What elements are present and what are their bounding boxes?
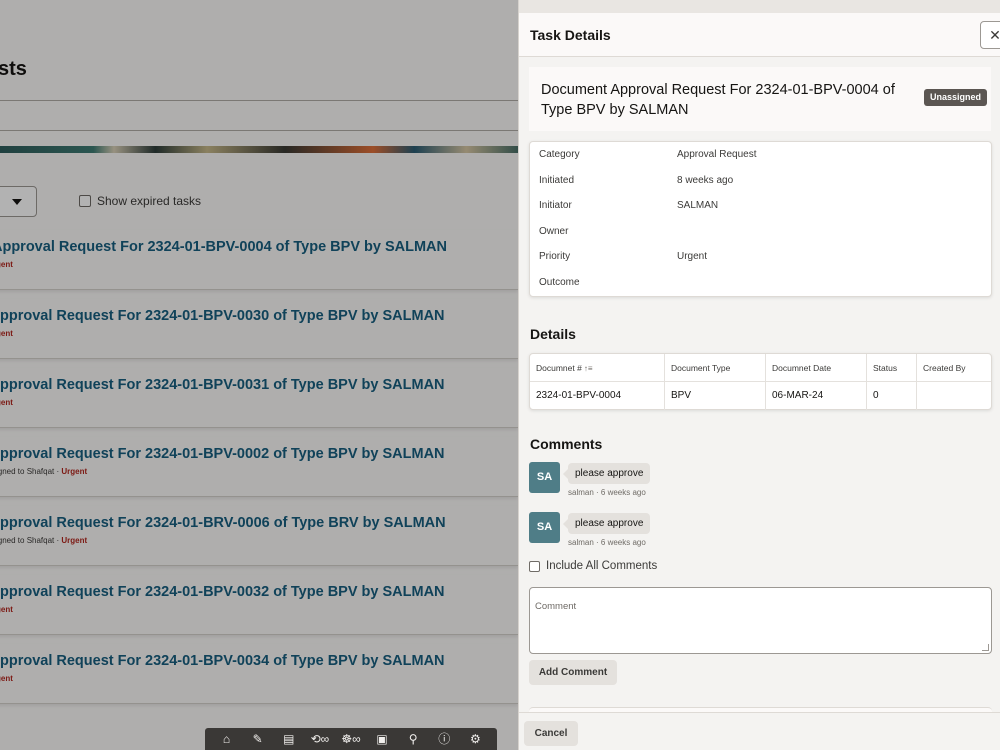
include-all-comments-label: Include All Comments [546,560,658,572]
info-value: 8 weeks ago [677,174,734,186]
document-number-link[interactable]: 2324-01-BPV-0004 [530,382,665,410]
settings-icon[interactable]: ⚙ [463,728,487,750]
table-cell: 06-MAR-24 [766,382,867,410]
info-label: Owner [539,225,569,237]
comment-meta: salman · 6 weeks ago [568,488,646,497]
home-icon[interactable]: ⌂ [215,728,239,750]
info-row: Owner [530,219,991,244]
column-header-created-by[interactable]: Created By [917,354,993,382]
sort-icon[interactable]: ↑≡ [584,364,593,373]
column-header-status[interactable]: Status [867,354,917,382]
info-label: Priority [539,251,571,262]
avatar: SA [529,462,560,493]
drawer-title: Task Details [530,27,611,43]
info-row: Outcome [530,270,991,295]
screenshot-icon[interactable]: ▣ [370,728,394,750]
bottom-toolbar: ⌂ ✎ ▤ ⟲∞ ☸∞ ▣ ⚲ ⓘ ⚙ [205,728,497,750]
column-header-document-date[interactable]: Documnet Date [766,354,867,382]
info-label: Outcome [539,276,580,288]
include-all-comments-toggle[interactable]: Include All Comments [529,560,657,572]
modal-backdrop[interactable] [0,0,518,750]
info-row: Category Approval Request [530,142,991,167]
bug-icon[interactable]: ☸∞ [339,728,363,750]
edit-icon[interactable]: ✎ [246,728,270,750]
comments-heading: Comments [530,436,603,452]
history-icon[interactable]: ⟲∞ [308,728,332,750]
resize-handle-icon[interactable] [982,644,989,651]
comment-meta: salman · 6 weeks ago [568,538,646,547]
cancel-button[interactable]: Cancel [524,721,578,746]
comment-text: please approve [562,513,651,534]
table-row: 2324-01-BPV-0004 BPV 06-MAR-24 0 [530,382,991,410]
task-header-card: Document Approval Request For 2324-01-BP… [529,67,991,131]
comment-item: SA please approve salman · 6 weeks ago [529,512,729,552]
task-details-drawer: Task Details ✕ Document Approval Request… [518,0,1000,750]
info-label: Category [539,149,580,160]
task-info-card: Category Approval Request Initiated 8 week… [529,141,992,297]
info-icon[interactable]: ⓘ [432,728,456,750]
info-label: Initiator [539,200,572,211]
avatar: SA [529,512,560,543]
add-comment-button[interactable]: Add Comment [529,660,617,685]
drawer-header: Task Details ✕ [519,13,1000,57]
table-header-row: Documnet # ↑≡ Document Type Documnet Date… [530,354,991,382]
task-title: Document Approval Request For 2324-01-BP… [541,82,895,118]
column-header-document-number[interactable]: Documnet # ↑≡ [530,354,665,382]
column-header-document-type[interactable]: Document Type [665,354,766,382]
details-table: Documnet # ↑≡ Document Type Documnet Date… [529,353,992,410]
status-badge: Unassigned [924,89,988,106]
close-button[interactable]: ✕ [980,21,1000,49]
comment-item: SA please approve salman · 6 weeks ago [529,462,729,502]
drawer-footer: Cancel [519,712,1000,750]
comment-input[interactable] [529,587,992,654]
table-cell: BPV [665,382,766,410]
close-icon: ✕ [989,27,1000,43]
comment-text: please approve [562,463,651,484]
info-row: Initiated 8 weeks ago [530,168,991,193]
paint-roller-icon[interactable]: ⚲ [401,728,425,750]
document-edit-icon[interactable]: ▤ [277,728,301,750]
table-cell: 0 [867,382,917,410]
include-all-comments-checkbox[interactable] [529,560,540,572]
info-row: Priority Urgent [530,244,991,269]
table-cell [917,382,993,410]
drawer-top-strip [519,0,1000,13]
info-label: Initiated [539,174,575,186]
info-value: SALMAN [677,200,719,211]
details-heading: Details [530,326,576,342]
info-value: Approval Request [677,149,757,160]
task-list-page: sts Show expired tasks Approval Request … [0,0,518,750]
info-value: Urgent [677,251,708,262]
info-row: Initiator SALMAN [530,193,991,218]
